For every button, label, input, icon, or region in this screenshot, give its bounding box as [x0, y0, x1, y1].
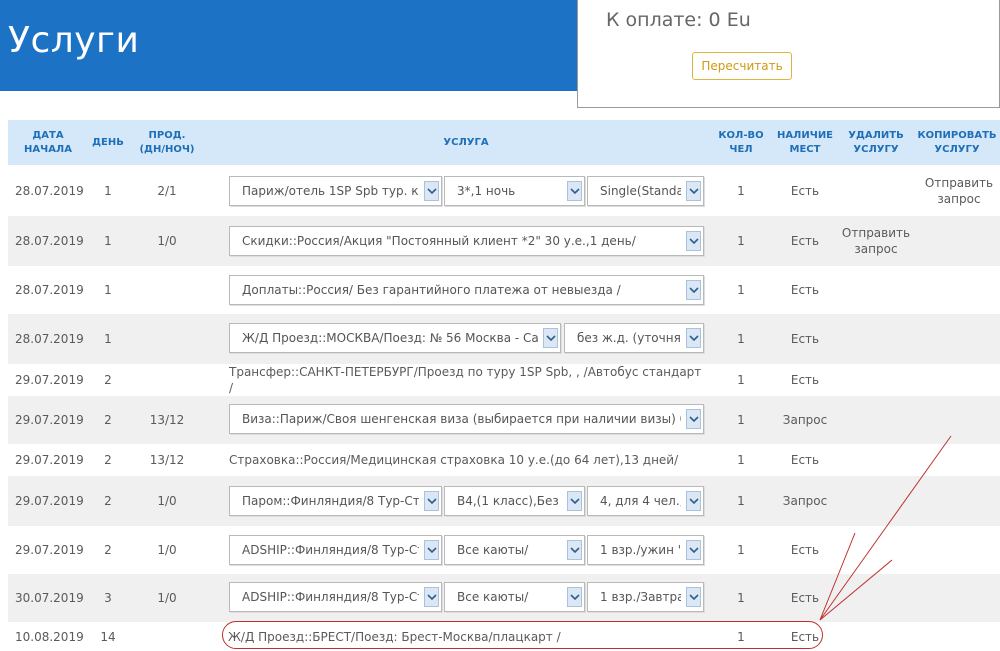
annotation-line [819, 532, 856, 621]
annotation-line [819, 435, 952, 621]
annotation-pointer-lines [819, 435, 952, 621]
